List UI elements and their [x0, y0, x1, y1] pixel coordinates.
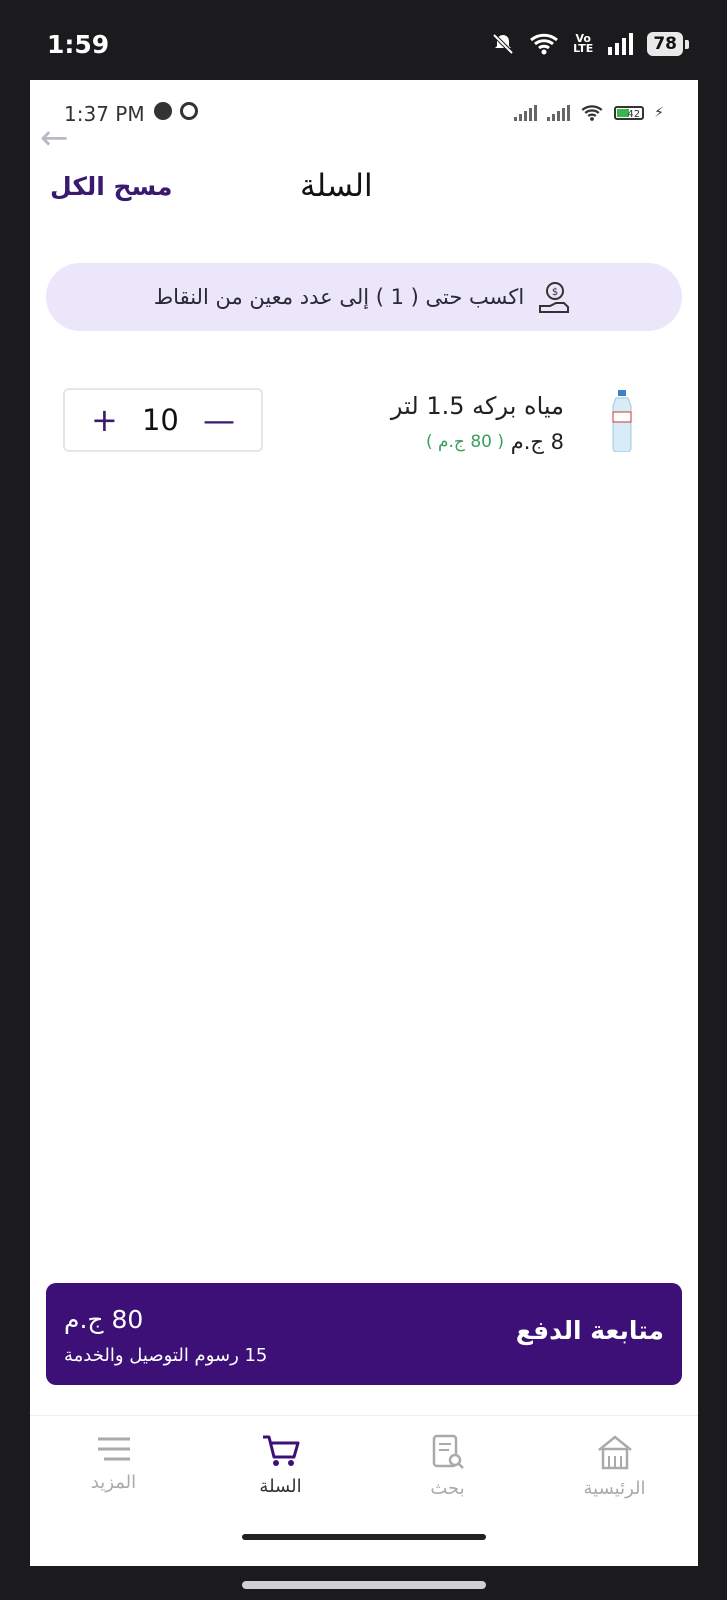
device-time: 1:59 — [47, 30, 110, 59]
checkout-label: متابعة الدفع — [515, 1316, 664, 1345]
coin-hand-icon: $ — [536, 278, 574, 316]
signal-icon — [514, 105, 538, 121]
nav-item-more[interactable]: المزيد — [34, 1416, 194, 1526]
quantity-stepper: + 10 — — [63, 388, 263, 452]
signal-icon — [608, 33, 634, 55]
nav-item-search[interactable]: بحث — [368, 1416, 528, 1526]
unit-price: 8 ج.م — [510, 430, 564, 454]
points-banner: $ اكسب حتى ( 1 ) إلى عدد معين من النقاط — [46, 263, 682, 331]
nav-label: بحث — [430, 1478, 465, 1499]
messenger-icon — [154, 102, 172, 120]
volte-indicator: Vo LTE — [573, 32, 594, 55]
search-document-icon — [432, 1434, 464, 1469]
charging-icon: ⚡ — [654, 105, 664, 121]
points-text: اكسب حتى ( 1 ) إلى عدد معين من النقاط — [153, 285, 525, 309]
app-status-left-icons — [154, 102, 198, 120]
app-status-bar: 1:37 PM 42 ⚡ — [30, 80, 698, 136]
nav-label: المزيد — [90, 1472, 137, 1493]
bottom-nav: المزيد السلة بحث الرئيسية — [30, 1415, 698, 1526]
quantity-value: 10 — [141, 403, 179, 437]
water-bottle-image — [612, 390, 632, 452]
device-battery: 78 — [647, 32, 689, 56]
fees-note: 15 رسوم التوصيل والخدمة — [64, 1345, 268, 1366]
home-icon — [597, 1435, 632, 1470]
device-home-indicator[interactable] — [242, 1581, 486, 1589]
line-total: ( 80 ج.م ) — [425, 432, 504, 452]
mute-bell-icon — [492, 33, 514, 55]
app-home-indicator — [242, 1534, 486, 1540]
device-status-bar: 1:59 Vo LTE 78 — [0, 0, 727, 80]
cart-total: 80 ج.م — [64, 1305, 144, 1334]
page-title: السلة — [300, 168, 373, 204]
app-time: 1:37 PM — [64, 102, 145, 126]
app-battery: 42 — [614, 106, 645, 120]
device-status-icons: Vo LTE 78 — [491, 32, 689, 56]
increase-quantity-button[interactable]: + — [91, 404, 118, 436]
cart-icon — [262, 1435, 299, 1466]
checkout-button[interactable]: متابعة الدفع 80 ج.م 15 رسوم التوصيل والخ… — [46, 1283, 682, 1385]
wifi-icon — [530, 33, 559, 55]
app-status-right-icons: 42 ⚡ — [514, 104, 664, 122]
settings-icon — [180, 102, 198, 120]
nav-item-home[interactable]: الرئيسية — [535, 1416, 695, 1526]
app-screen: 1:37 PM 42 ⚡ ← مسح الكل السلة $ اكسب حتى… — [30, 80, 698, 1566]
clear-all-button[interactable]: مسح الكل — [50, 172, 172, 201]
decrease-quantity-button[interactable]: — — [203, 404, 235, 436]
product-name: مياه بركه 1.5 لتر — [390, 392, 564, 420]
svg-text:$: $ — [552, 287, 558, 298]
back-arrow-icon[interactable]: ← — [40, 118, 69, 158]
wifi-icon — [581, 105, 603, 121]
menu-icon — [97, 1437, 130, 1461]
nav-item-cart[interactable]: السلة — [201, 1416, 361, 1526]
signal-icon — [547, 105, 571, 121]
nav-label: الرئيسية — [583, 1478, 646, 1499]
nav-label: السلة — [259, 1476, 302, 1497]
